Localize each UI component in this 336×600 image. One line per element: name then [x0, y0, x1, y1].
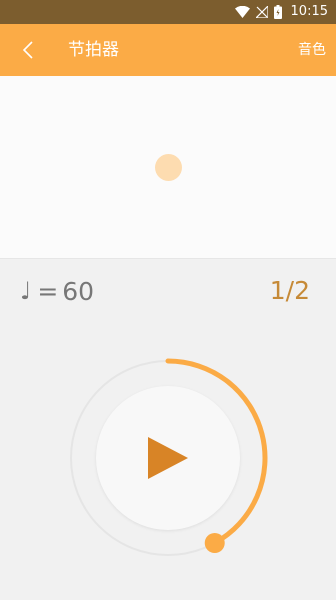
- wifi-icon: [235, 6, 250, 18]
- beat-visual-area: [0, 76, 336, 259]
- chevron-left-icon: [23, 41, 33, 59]
- beat-indicator-dot: [155, 154, 182, 181]
- tempo-readout[interactable]: ♩ = 60: [20, 274, 94, 308]
- status-icons: [235, 4, 282, 20]
- no-signal-icon: [256, 6, 268, 18]
- time-signature[interactable]: 1/2: [270, 274, 310, 308]
- page-title: 节拍器: [68, 40, 119, 60]
- tempo-dial-knob[interactable]: [204, 533, 225, 554]
- status-time: 10:15: [290, 4, 328, 19]
- quarter-note-icon: ♩: [20, 277, 32, 305]
- tempo-equals: =: [37, 276, 59, 306]
- back-button[interactable]: [12, 34, 44, 66]
- tempo-bpm: 60: [62, 276, 95, 306]
- status-bar: 10:15: [0, 0, 336, 24]
- play-button[interactable]: [96, 386, 240, 530]
- battery-icon: [274, 5, 282, 19]
- play-icon: [148, 437, 188, 479]
- app-bar: 节拍器 音色: [0, 24, 336, 76]
- tone-button[interactable]: 音色: [298, 24, 326, 76]
